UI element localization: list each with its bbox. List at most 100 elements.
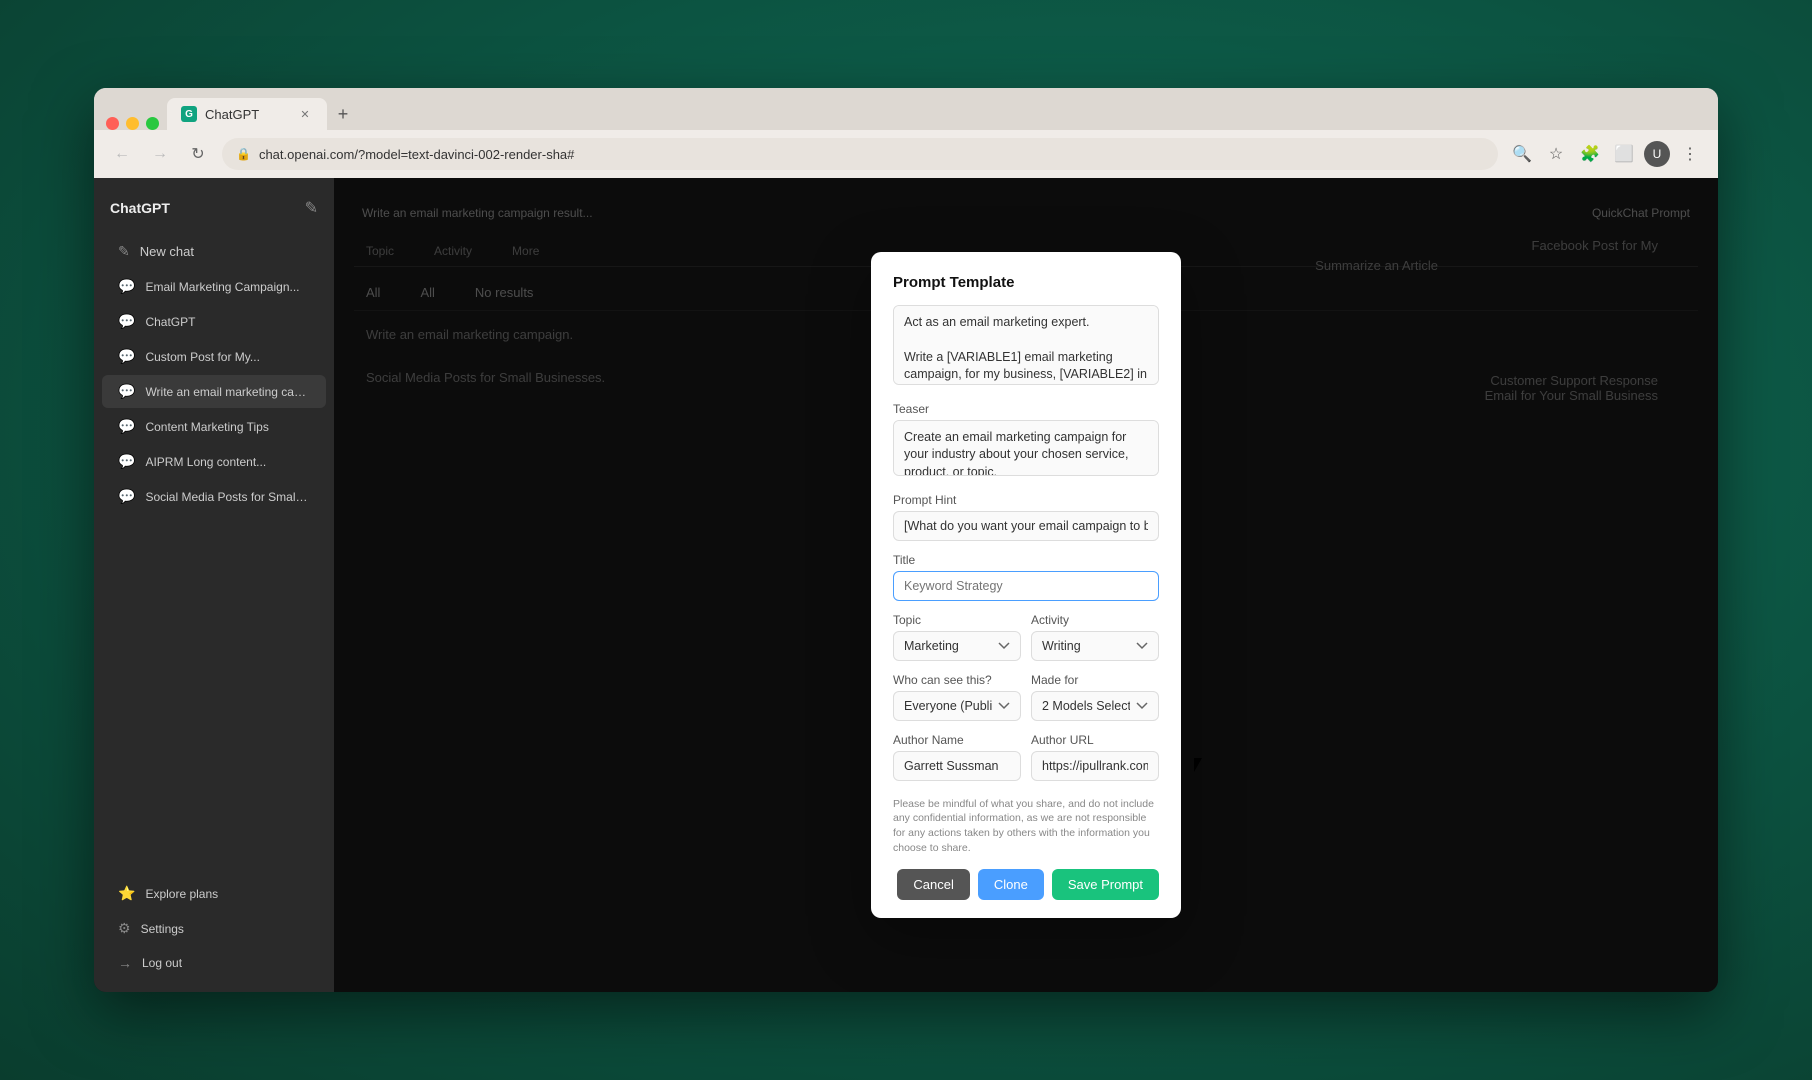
sidebar-item-chatgpt[interactable]: 💬 ChatGPT [102, 305, 326, 338]
address-bar[interactable]: 🔒 chat.openai.com/?model=text-davinci-00… [222, 138, 1498, 170]
chat-icon-6: 💬 [118, 453, 135, 470]
back-button[interactable]: ← [108, 140, 136, 168]
prompt-field: Act as an email marketing expert. Write … [893, 305, 1159, 390]
sidebar-item-content[interactable]: 💬 Content Marketing Tips [102, 410, 326, 443]
sidebar-item-label: Custom Post for My... [145, 350, 259, 364]
made-for-label: Made for [1031, 673, 1159, 687]
title-label: Title [893, 553, 1159, 567]
activity-field: Activity Writing Summarizing Researching [1031, 613, 1159, 661]
sidebar-item-label: Content Marketing Tips [145, 420, 268, 434]
chat-icon-4: 💬 [118, 383, 135, 400]
visibility-field: Who can see this? Everyone (Public) Only… [893, 673, 1021, 721]
made-for-select[interactable]: 2 Models Selected GPT-3.5 GPT-4 [1031, 691, 1159, 721]
main-content: Write an email marketing campaign result… [334, 178, 1718, 992]
visibility-label: Who can see this? [893, 673, 1021, 687]
browser-chrome: G ChatGPT ✕ + ← → ↻ 🔒 chat.openai.com/?m… [94, 88, 1718, 178]
sidebar-item-label: Email Marketing Campaign... [145, 280, 299, 294]
sidebar-item-email-campaign[interactable]: 💬 Email Marketing Campaign... [102, 270, 326, 303]
chat-icon-3: 💬 [118, 348, 135, 365]
author-name-input[interactable] [893, 751, 1021, 781]
visibility-select[interactable]: Everyone (Public) Only Me (Private) [893, 691, 1021, 721]
topic-label: Topic [893, 613, 1021, 627]
teaser-field: Teaser Create an email marketing campaig… [893, 402, 1159, 481]
modal-footer: Cancel Clone Save Prompt [893, 869, 1159, 900]
lock-icon: 🔒 [236, 147, 251, 161]
reload-button[interactable]: ↻ [184, 140, 212, 168]
author-url-label: Author URL [1031, 733, 1159, 747]
sidebar-item-logout[interactable]: → Log out [102, 947, 326, 979]
topic-field: Topic Marketing Writing SEO Productivity [893, 613, 1021, 661]
sidebar-item-label: Explore plans [145, 887, 218, 901]
sidebar-item-new-chat[interactable]: ✎ New chat [102, 235, 326, 268]
save-prompt-button[interactable]: Save Prompt [1052, 869, 1159, 900]
modal-overlay[interactable]: Prompt Template Act as an email marketin… [334, 178, 1718, 992]
sidebar-item-label: New chat [140, 244, 194, 259]
sidebar-icon[interactable]: ⬜ [1610, 140, 1638, 168]
close-window-button[interactable] [106, 117, 119, 130]
sidebar-item-custom-post[interactable]: 💬 Custom Post for My... [102, 340, 326, 373]
sidebar-toggle-button[interactable]: ✎ [305, 198, 318, 218]
new-tab-button[interactable]: + [329, 100, 357, 128]
author-name-field: Author Name [893, 733, 1021, 781]
sidebar-item-label: Write an email marketing campaign [145, 385, 310, 399]
browser-window: G ChatGPT ✕ + ← → ↻ 🔒 chat.openai.com/?m… [94, 88, 1718, 992]
sidebar-item-social-media[interactable]: 💬 Social Media Posts for Small Businesse… [102, 480, 326, 513]
made-for-field: Made for 2 Models Selected GPT-3.5 GPT-4 [1031, 673, 1159, 721]
topic-select[interactable]: Marketing Writing SEO Productivity [893, 631, 1021, 661]
chat-icon-7: 💬 [118, 488, 135, 505]
cancel-button[interactable]: Cancel [897, 869, 969, 900]
title-field: Title [893, 553, 1159, 601]
chat-icon: 💬 [118, 278, 135, 295]
disclaimer-text: Please be mindful of what you share, and… [893, 797, 1159, 856]
tab-label: ChatGPT [205, 107, 289, 122]
menu-icon[interactable]: ⋮ [1676, 140, 1704, 168]
prompt-hint-field: Prompt Hint [893, 493, 1159, 541]
prompt-textarea[interactable]: Act as an email marketing expert. Write … [893, 305, 1159, 385]
traffic-lights [106, 117, 159, 130]
browser-toolbar: ← → ↻ 🔒 chat.openai.com/?model=text-davi… [94, 130, 1718, 178]
sidebar-item-settings[interactable]: ⚙ Settings [102, 912, 326, 945]
tab-close-button[interactable]: ✕ [297, 106, 313, 122]
tab-favicon: G [181, 106, 197, 122]
forward-button[interactable]: → [146, 140, 174, 168]
chat-icon-5: 💬 [118, 418, 135, 435]
visibility-madefor-row: Who can see this? Everyone (Public) Only… [893, 673, 1159, 733]
sidebar-item-label: Log out [142, 956, 182, 970]
star-icon: ⭐ [118, 885, 135, 902]
logout-icon: → [118, 955, 132, 971]
maximize-window-button[interactable] [146, 117, 159, 130]
sidebar-item-explore[interactable]: ⭐ Explore plans [102, 877, 326, 910]
active-tab[interactable]: G ChatGPT ✕ [167, 98, 327, 130]
sidebar-item-label: ChatGPT [145, 315, 195, 329]
sidebar-item-label: AIPRM Long content... [145, 455, 266, 469]
activity-select[interactable]: Writing Summarizing Researching [1031, 631, 1159, 661]
minimize-window-button[interactable] [126, 117, 139, 130]
sidebar-item-aiprm[interactable]: 💬 AIPRM Long content... [102, 445, 326, 478]
clone-button[interactable]: Clone [978, 869, 1044, 900]
sidebar-header: ChatGPT ✎ [94, 190, 334, 226]
search-icon[interactable]: 🔍 [1508, 140, 1536, 168]
author-row: Author Name Author URL [893, 733, 1159, 793]
new-chat-icon: ✎ [118, 243, 130, 260]
sidebar: ChatGPT ✎ ✎ New chat 💬 Email Marketing C… [94, 178, 334, 992]
title-input[interactable] [893, 571, 1159, 601]
url-text: chat.openai.com/?model=text-davinci-002-… [259, 147, 1484, 162]
toolbar-actions: 🔍 ☆ 🧩 ⬜ U ⋮ [1508, 140, 1704, 168]
sidebar-item-label: Social Media Posts for Small Businesses [145, 490, 310, 504]
sidebar-item-label: Settings [141, 922, 184, 936]
sidebar-logo: ChatGPT [110, 200, 170, 216]
activity-label: Activity [1031, 613, 1159, 627]
bookmark-icon[interactable]: ☆ [1542, 140, 1570, 168]
teaser-textarea[interactable]: Create an email marketing campaign for y… [893, 420, 1159, 476]
modal-title: Prompt Template [893, 274, 1159, 291]
sidebar-item-write-email[interactable]: 💬 Write an email marketing campaign [102, 375, 326, 408]
author-url-input[interactable] [1031, 751, 1159, 781]
prompt-hint-label: Prompt Hint [893, 493, 1159, 507]
prompt-template-modal: Prompt Template Act as an email marketin… [871, 252, 1181, 919]
browser-content: ChatGPT ✎ ✎ New chat 💬 Email Marketing C… [94, 178, 1718, 992]
teaser-label: Teaser [893, 402, 1159, 416]
topic-activity-row: Topic Marketing Writing SEO Productivity… [893, 613, 1159, 673]
extension-icon[interactable]: 🧩 [1576, 140, 1604, 168]
prompt-hint-input[interactable] [893, 511, 1159, 541]
profile-button[interactable]: U [1644, 141, 1670, 167]
